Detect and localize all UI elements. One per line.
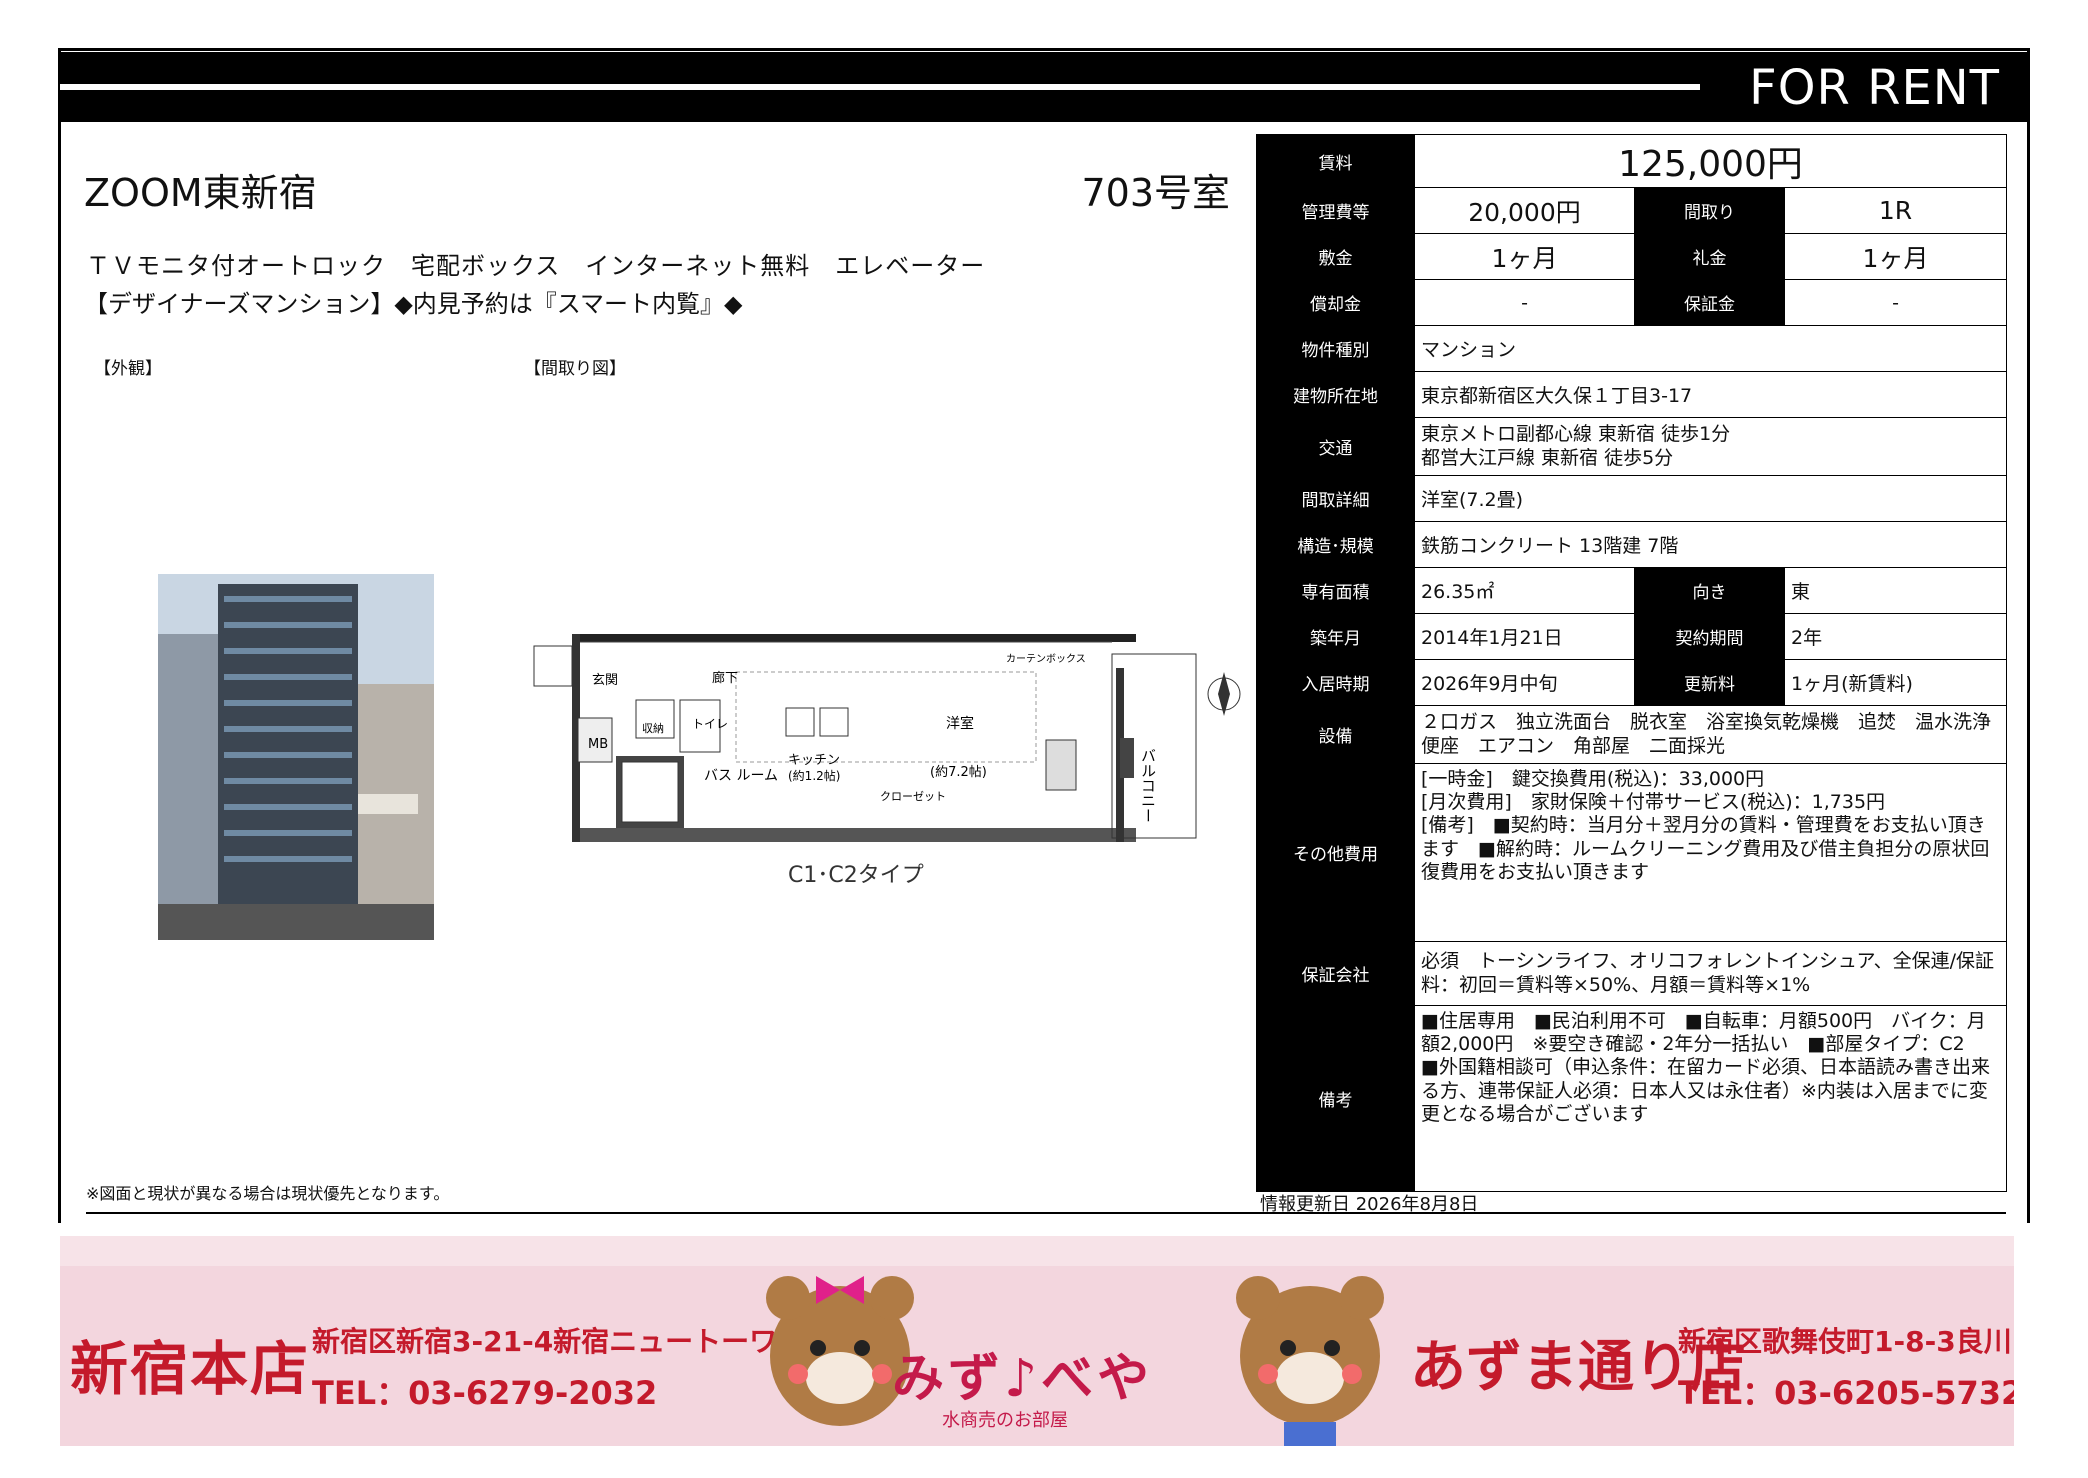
brand-logo-subtitle: 水商売のお部屋 (942, 1410, 1068, 1431)
built-value: 2014年1月21日 (1414, 613, 1635, 660)
address-header: 建物所在地 (1256, 371, 1415, 418)
mgmt-value: 20,000円 (1414, 187, 1635, 234)
room-number: 703号室 (1081, 171, 1230, 215)
banner-strip (60, 1236, 2014, 1266)
deposit-header: 敷金 (1256, 233, 1415, 280)
plan-entrance-label: 玄関 (592, 673, 618, 688)
plan-balcony-label: バルコニー (1139, 748, 1157, 823)
plan-type-caption: C1･C2タイプ (788, 863, 924, 888)
built-header: 築年月 (1256, 613, 1415, 660)
property-name: ZOOM東新宿 (84, 171, 317, 215)
mgmt-header: 管理費等 (1256, 187, 1415, 234)
plan-corridor-label: 廊下 (712, 670, 738, 686)
renewal-value: 1ヶ月(新賃料) (1783, 659, 2008, 706)
plan-western-label: 洋室 (946, 715, 974, 732)
property-info-table: 賃料 125,000円 管理費等 20,000円 間取り 1R 敷金 1ヶ月 礼… (1256, 134, 2008, 1192)
plan-kitchen-size: (約1.2帖) (788, 768, 840, 783)
equipment-value: ２口ガス 独立洗面台 脱衣室 浴室換気乾燥機 追焚 温水洗浄便座 エアコン 角部… (1413, 705, 2008, 764)
feature-tags: ＴＶモニタ付オートロック 宅配ボックス インターネット無料 エレベーター (86, 252, 986, 280)
other-fees-header: その他費用 (1256, 763, 1415, 942)
shinjuku-shop-name: 新宿本店 (70, 1335, 311, 1403)
header-rule (60, 84, 1700, 90)
area-value: 26.35㎡ (1414, 567, 1635, 614)
room-detail-value: 洋室(7.2畳) (1413, 475, 2008, 522)
plan-mb-label: MB (588, 737, 608, 752)
key-money-value: 1ヶ月 (1783, 233, 2008, 280)
for-rent-label: FOR RENT (1749, 60, 2000, 116)
amortization-value: - (1414, 279, 1635, 326)
area-header: 専有面積 (1256, 567, 1415, 614)
plan-western-size: (約7.2帖) (930, 765, 987, 780)
header-bar: FOR RENT (60, 52, 2028, 122)
contract-header: 契約期間 (1634, 613, 1785, 660)
other-fees-value: [一時金] 鍵交換費用(税込)：33,000円 [月次費用] 家財保険＋付帯サー… (1413, 763, 2008, 942)
property-type-value: マンション (1413, 325, 2008, 372)
amortization-header: 償却金 (1256, 279, 1415, 326)
plan-toilet-label: トイレ (692, 717, 728, 731)
move-in-header: 入居時期 (1256, 659, 1415, 706)
transit-line-1: 東京メトロ副都心線 東新宿 徒歩1分 (1421, 423, 1731, 446)
plan-kitchen-label: キッチン (788, 753, 840, 768)
azuma-shop-address: 新宿区歌舞伎町1-8-3良川ビル2階 (1678, 1325, 2014, 1358)
guarantor-header: 保証会社 (1256, 941, 1415, 1006)
plan-closet-label: クローゼット (880, 790, 946, 803)
transit-value: 東京メトロ副都心線 東新宿 徒歩1分 都営大江戸線 東新宿 徒歩5分 (1413, 417, 2008, 476)
bear-mascot-right-icon (1236, 1276, 1384, 1446)
facing-header: 向き (1634, 567, 1785, 614)
other-fee-line-3: [備考] ■契約時：当月分＋翌月分の賃料・管理費をお支払い頂きます ■解約時：ル… (1421, 814, 1990, 883)
catch-copy: 【デザイナーズマンション】◆内見予約は『スマート内覧』◆ (84, 290, 743, 318)
remarks-header: 備考 (1256, 1005, 1415, 1192)
layout-value: 1R (1783, 187, 2008, 234)
rent-value: 125,000円 (1413, 134, 2008, 188)
shop-banner: 新宿本店 新宿区新宿3-21-4新宿ニュートーワビル1階 TEL：03-6279… (60, 1236, 2014, 1446)
azuma-shop-tel: TEL：03-6205-5732 (1678, 1374, 2014, 1412)
floorplan-label: 【間取り図】 (524, 359, 626, 379)
exterior-photo (158, 574, 434, 940)
structure-value: 鉄筋コンクリート 13階建 7階 (1413, 521, 2008, 568)
remarks-value: ■住居専用 ■民泊利用不可 ■自転車：月額500円 バイク：月額2,000円 ※… (1413, 1005, 2008, 1192)
property-type-header: 物件種別 (1256, 325, 1415, 372)
plan-bath-label: バス ルーム (704, 768, 778, 784)
facing-value: 東 (1783, 567, 2008, 614)
guarantee-deposit-value: - (1783, 279, 2008, 326)
bottom-rule (86, 1212, 2006, 1214)
contract-value: 2年 (1783, 613, 2008, 660)
renewal-header: 更新料 (1634, 659, 1785, 706)
layout-header: 間取り (1634, 187, 1785, 234)
disclaimer-note: ※図面と現状が異なる場合は現状優先となります。 (86, 1184, 450, 1203)
other-fee-line-2: [月次費用] 家財保険＋付帯サービス(税込)：1,735円 (1421, 791, 1886, 814)
brand-logo: みず♪べや (892, 1349, 1154, 1409)
transit-line-2: 都営大江戸線 東新宿 徒歩5分 (1421, 446, 1674, 469)
rent-header: 賃料 (1256, 134, 1415, 188)
guarantee-deposit-header: 保証金 (1634, 279, 1785, 326)
address-value: 東京都新宿区大久保１丁目3-17 (1413, 371, 2008, 418)
plan-curtain-label: カーテンボックス (1006, 653, 1086, 665)
move-in-value: 2026年9月中旬 (1414, 659, 1635, 706)
guarantor-value: 必須 トーシンライフ、オリコフォレントインシュア、全保連/保証料：初回＝賃料等×… (1413, 941, 2008, 1006)
floor-plan: 玄関 廊下 MB 収納 トイレ バス ルーム キッチン (約1.2帖) 洋室 (… (516, 628, 1256, 898)
equipment-header: 設備 (1256, 705, 1415, 764)
room-detail-header: 間取詳細 (1256, 475, 1415, 522)
other-fee-line-1: [一時金] 鍵交換費用(税込)：33,000円 (1421, 768, 1765, 790)
exterior-label: 【外観】 (94, 359, 162, 379)
deposit-value: 1ヶ月 (1414, 233, 1635, 280)
shinjuku-shop-tel: TEL：03-6279-2032 (312, 1374, 658, 1412)
plan-storage-label: 収納 (642, 722, 664, 735)
transit-header: 交通 (1256, 417, 1415, 476)
structure-header: 構造･規模 (1256, 521, 1415, 568)
key-money-header: 礼金 (1634, 233, 1785, 280)
